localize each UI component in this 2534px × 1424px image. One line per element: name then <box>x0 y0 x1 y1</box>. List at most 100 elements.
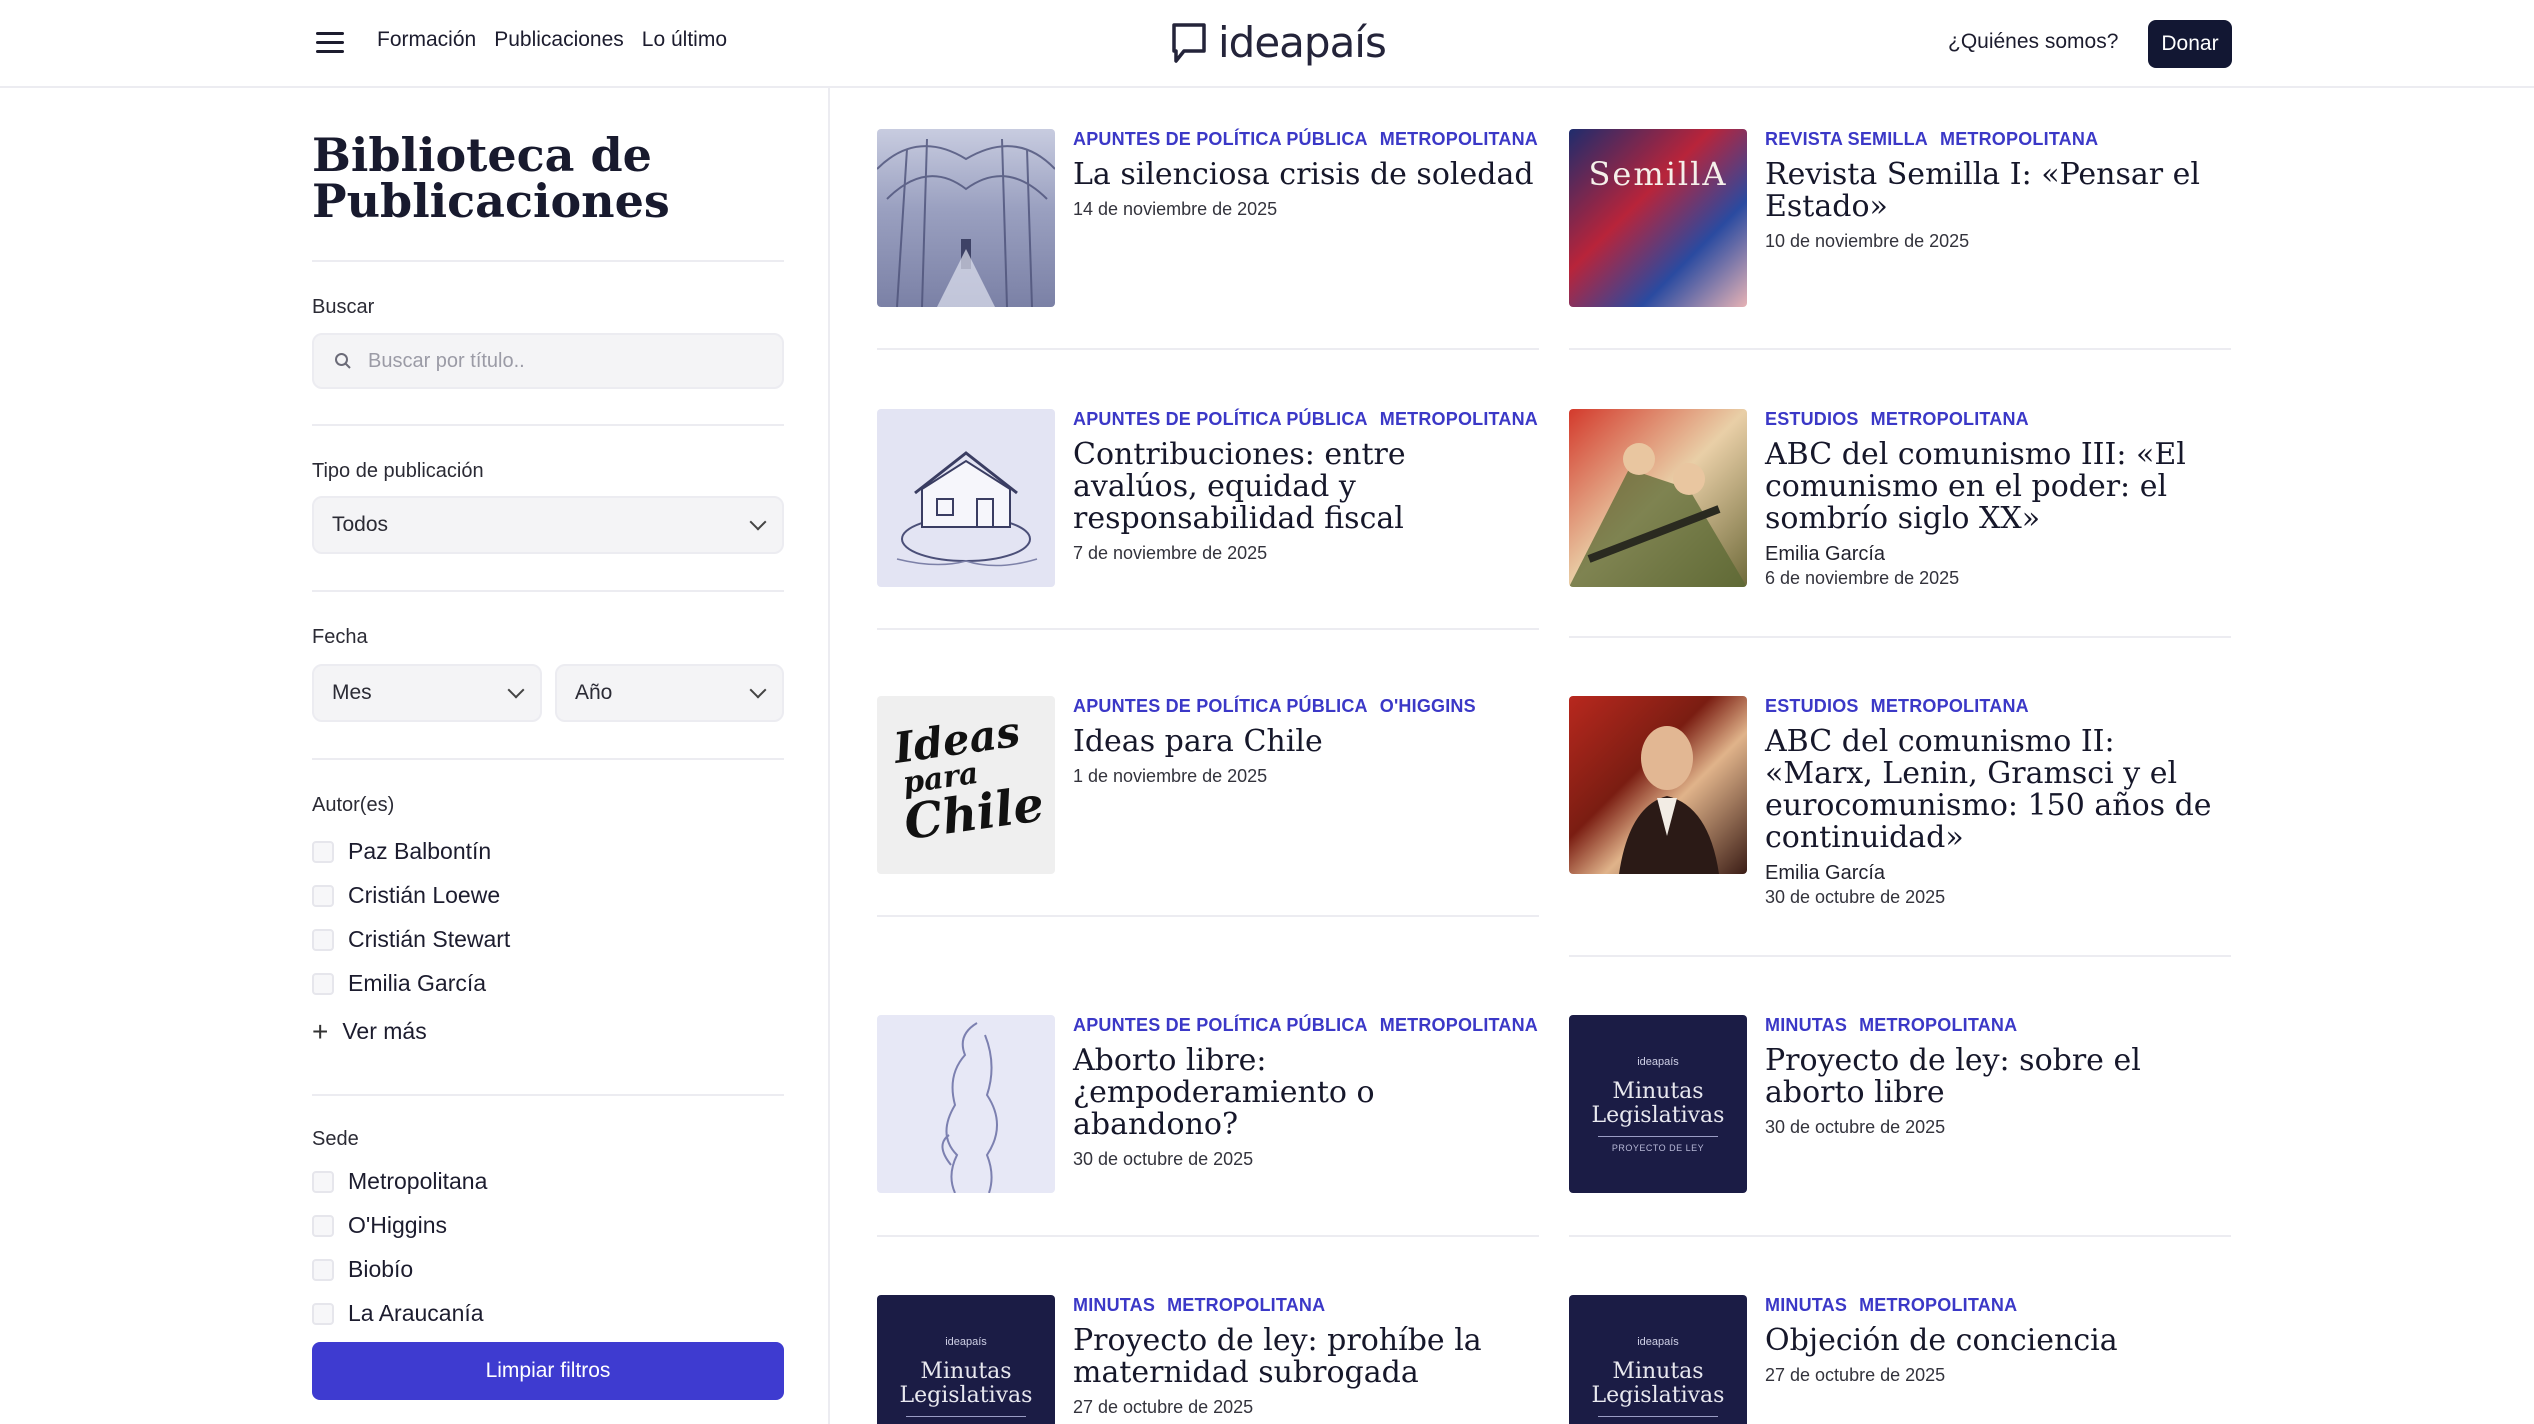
publication-date: 30 de octubre de 2025 <box>1765 887 1946 907</box>
publication-title[interactable]: ABC del comunismo III: «El comunismo en … <box>1765 439 2231 535</box>
publication-tag[interactable]: MINUTAS <box>1073 1295 1155 1319</box>
publication-title[interactable]: Ideas para Chile <box>1073 726 1539 758</box>
publication-date: 7 de noviembre de 2025 <box>1073 543 1268 563</box>
type-select[interactable]: Todos <box>312 496 784 554</box>
publication-tag[interactable]: ESTUDIOS <box>1765 696 1859 720</box>
publication-tag[interactable]: METROPOLITANA <box>1380 409 1538 433</box>
thumbnail-title: Minutas Legislativas <box>1591 1358 1725 1408</box>
date-label: Fecha <box>312 626 368 648</box>
checkbox[interactable] <box>312 840 334 863</box>
publication-tag[interactable]: METROPOLITANA <box>1380 129 1538 153</box>
publication-thumbnail[interactable] <box>1569 409 1747 587</box>
publication-tag[interactable]: MINUTAS <box>1765 1295 1847 1319</box>
publication-thumbnail[interactable]: ideapaís Minutas Legislativas PROYECTO D… <box>1569 1295 1747 1424</box>
publication-thumbnail[interactable]: Ideas para Chile <box>877 696 1055 874</box>
publication-tag[interactable]: METROPOLITANA <box>1859 1015 2017 1039</box>
checkbox[interactable] <box>312 972 334 995</box>
site-logo[interactable]: ideapaís <box>1170 18 1387 67</box>
sede-checkbox[interactable]: Biobío <box>312 1256 413 1283</box>
divider <box>312 260 784 262</box>
nav-lo-ultimo[interactable]: Lo último <box>642 28 727 52</box>
publication-tag[interactable]: METROPOLITANA <box>1871 696 2029 720</box>
author-checkbox[interactable]: Paz Balbontín <box>312 838 491 865</box>
month-select-value: Mes <box>332 681 372 704</box>
publication-tag[interactable]: METROPOLITANA <box>1871 409 2029 433</box>
checkbox[interactable] <box>312 1302 334 1325</box>
publication-title[interactable]: Proyecto de ley: sobre el aborto libre <box>1765 1045 2231 1109</box>
checkbox[interactable] <box>312 884 334 907</box>
publication-title[interactable]: Aborto libre: ¿empoderamiento o abandono… <box>1073 1045 1539 1141</box>
search-label: Buscar <box>312 296 375 318</box>
publication-title[interactable]: ABC del comunismo II: «Marx, Lenin, Gram… <box>1765 726 2231 854</box>
publication-title[interactable]: La silenciosa crisis de soledad <box>1073 159 1539 191</box>
author-label: Emilia García <box>348 970 487 996</box>
publication-tag[interactable]: APUNTES DE POLÍTICA PÚBLICA <box>1073 1015 1368 1039</box>
sede-option-label: Biobío <box>348 1256 414 1282</box>
publication-meta: REVISTA SEMILLA METROPOLITANA Revista Se… <box>1765 129 2231 252</box>
show-more-authors[interactable]: + Ver más <box>312 1017 427 1045</box>
author-checkbox[interactable]: Cristián Stewart <box>312 926 510 953</box>
checkbox[interactable] <box>312 1214 334 1237</box>
thumbnail-rule <box>1598 1135 1718 1137</box>
publication-card[interactable]: ideapaís Minutas Legislativas PROYECTO D… <box>1569 1295 2231 1424</box>
sede-checkbox[interactable]: O'Higgins <box>312 1212 447 1239</box>
publication-tag[interactable]: APUNTES DE POLÍTICA PÚBLICA <box>1073 129 1368 153</box>
publication-tag[interactable]: METROPOLITANA <box>1167 1295 1325 1319</box>
publication-card[interactable]: ideapaís Minutas Legislativas PROYECTO D… <box>877 1295 1539 1424</box>
publication-tag[interactable]: O'HIGGINS <box>1380 696 1476 720</box>
publication-thumbnail[interactable]: SemillA <box>1569 129 1747 307</box>
publication-thumbnail[interactable] <box>1569 696 1747 874</box>
publication-title[interactable]: Contribuciones: entre avalúos, equidad y… <box>1073 439 1539 535</box>
publication-thumbnail[interactable] <box>877 129 1055 307</box>
publication-tag[interactable]: ESTUDIOS <box>1765 409 1859 433</box>
publication-tag[interactable]: METROPOLITANA <box>1940 129 2098 153</box>
year-select[interactable]: Año <box>555 664 784 722</box>
publication-title[interactable]: Objeción de conciencia <box>1765 1325 2231 1357</box>
divider <box>312 758 784 760</box>
checkbox[interactable] <box>312 1170 334 1193</box>
chevron-down-icon <box>507 681 525 699</box>
publication-meta: MINUTAS METROPOLITANA Proyecto de ley: s… <box>1765 1015 2231 1138</box>
publication-thumbnail[interactable]: ideapaís Minutas Legislativas PROYECTO D… <box>877 1295 1055 1424</box>
publication-title[interactable]: Revista Semilla I: «Pensar el Estado» <box>1765 159 2231 223</box>
publication-date: 6 de noviembre de 2025 <box>1765 568 1960 588</box>
search-field[interactable] <box>312 333 784 389</box>
nav-publicaciones[interactable]: Publicaciones <box>494 28 624 52</box>
checkbox[interactable] <box>312 1258 334 1281</box>
figure-illustration <box>941 1022 998 1193</box>
publication-date: 27 de octubre de 2025 <box>1073 1397 1254 1417</box>
publication-tag[interactable]: MINUTAS <box>1765 1015 1847 1039</box>
publication-author[interactable]: Emilia García <box>1765 543 2231 566</box>
publication-date: 27 de octubre de 2025 <box>1765 1365 1946 1385</box>
publication-title[interactable]: Proyecto de ley: prohíbe la maternidad s… <box>1073 1325 1539 1389</box>
publication-tag[interactable]: APUNTES DE POLÍTICA PÚBLICA <box>1073 409 1368 433</box>
author-checkbox[interactable]: Cristián Loewe <box>312 882 500 909</box>
publication-meta: APUNTES DE POLÍTICA PÚBLICA O'HIGGINS Id… <box>1073 696 1539 787</box>
menu-icon[interactable] <box>316 32 344 56</box>
publication-tag[interactable]: REVISTA SEMILLA <box>1765 129 1928 153</box>
publication-thumbnail[interactable] <box>877 1015 1055 1193</box>
publication-author[interactable]: Emilia García <box>1765 862 2231 885</box>
sede-checkbox[interactable]: Metropolitana <box>312 1168 487 1195</box>
author-checkbox[interactable]: Emilia García <box>312 970 486 997</box>
search-input[interactable] <box>368 349 768 373</box>
publication-thumbnail[interactable] <box>877 409 1055 587</box>
month-select[interactable]: Mes <box>312 664 542 722</box>
publication-date: 10 de noviembre de 2025 <box>1765 231 1970 251</box>
clear-filters-button[interactable]: Limpiar filtros <box>312 1342 784 1400</box>
chevron-down-icon <box>749 681 767 699</box>
publication-tag[interactable]: METROPOLITANA <box>1380 1015 1538 1039</box>
publication-tag[interactable]: METROPOLITANA <box>1859 1295 2017 1319</box>
type-select-value: Todos <box>332 513 389 536</box>
publication-tags: REVISTA SEMILLA METROPOLITANA <box>1765 129 2231 153</box>
donate-button[interactable]: Donar <box>2148 20 2232 68</box>
publication-tags: MINUTAS METROPOLITANA <box>1765 1295 2231 1319</box>
house-illustration <box>896 451 1038 567</box>
publication-tag[interactable]: APUNTES DE POLÍTICA PÚBLICA <box>1073 696 1368 720</box>
divider <box>877 348 1539 350</box>
sede-checkbox[interactable]: La Araucanía <box>312 1300 484 1327</box>
nav-formacion[interactable]: Formación <box>377 28 476 52</box>
who-are-we-link[interactable]: ¿Quiénes somos? <box>1948 30 2118 54</box>
checkbox[interactable] <box>312 928 334 951</box>
publication-thumbnail[interactable]: ideapaís Minutas Legislativas PROYECTO D… <box>1569 1015 1747 1193</box>
